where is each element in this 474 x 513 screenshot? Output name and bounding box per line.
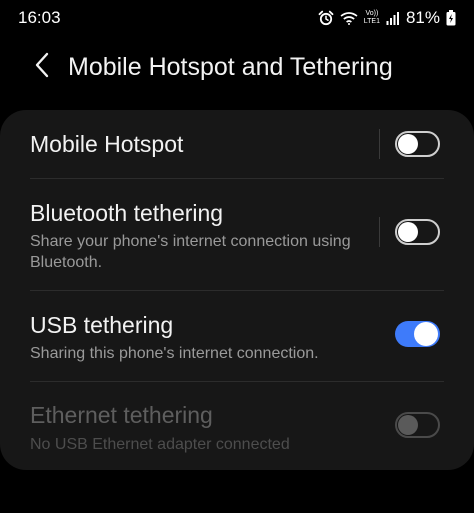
- battery-percent: 81%: [405, 8, 440, 27]
- setting-title: USB tethering: [30, 312, 174, 338]
- signal-icon: [386, 11, 400, 25]
- setting-subtitle: Sharing this phone's internet connection…: [30, 345, 319, 362]
- setting-subtitle: No USB Ethernet adapter connected: [30, 436, 290, 453]
- page-title: Mobile Hotspot and Tethering: [68, 52, 393, 81]
- vertical-separator: [379, 129, 380, 159]
- header: Mobile Hotspot and Tethering: [0, 40, 474, 94]
- wifi-icon: [340, 11, 358, 25]
- setting-subtitle: Share your phone's internet connection u…: [30, 233, 351, 271]
- usb-tethering-toggle[interactable]: [395, 321, 440, 347]
- setting-title: Mobile Hotspot: [30, 131, 184, 157]
- status-time: 16:03: [18, 8, 61, 27]
- chevron-left-icon: [34, 52, 50, 83]
- setting-mobile-hotspot[interactable]: Mobile Hotspot: [0, 110, 474, 178]
- settings-card: Mobile Hotspot Bluetooth tethering Share…: [0, 110, 474, 470]
- setting-bluetooth-tethering[interactable]: Bluetooth tethering Share your phone's i…: [0, 179, 474, 290]
- status-bar: 16:03 Vo)) LTE1 81%: [0, 0, 474, 36]
- status-icons: Vo)) LTE1 81%: [318, 8, 456, 28]
- setting-title: Ethernet tethering: [30, 402, 213, 428]
- mobile-hotspot-toggle[interactable]: [395, 131, 440, 157]
- battery-charging-icon: [446, 10, 456, 26]
- toggle-knob: [398, 222, 418, 242]
- setting-ethernet-tethering: Ethernet tethering No USB Ethernet adapt…: [0, 382, 474, 470]
- screen: 16:03 Vo)) LTE1 81% Mobile Hotspot and T…: [0, 0, 474, 513]
- vertical-separator: [379, 217, 380, 247]
- toggle-knob: [398, 415, 418, 435]
- back-button[interactable]: [22, 45, 62, 89]
- bluetooth-tethering-toggle[interactable]: [395, 219, 440, 245]
- toggle-knob: [398, 134, 418, 154]
- alarm-icon: [318, 10, 334, 26]
- setting-title: Bluetooth tethering: [30, 200, 224, 226]
- volte-indicator: Vo)) LTE1: [364, 10, 380, 26]
- toggle-knob: [414, 322, 438, 346]
- volte-label: Vo)): [365, 10, 379, 17]
- setting-usb-tethering[interactable]: USB tethering Sharing this phone's inter…: [0, 291, 474, 381]
- ethernet-tethering-toggle: [395, 412, 440, 438]
- lte-label: LTE1: [363, 18, 380, 25]
